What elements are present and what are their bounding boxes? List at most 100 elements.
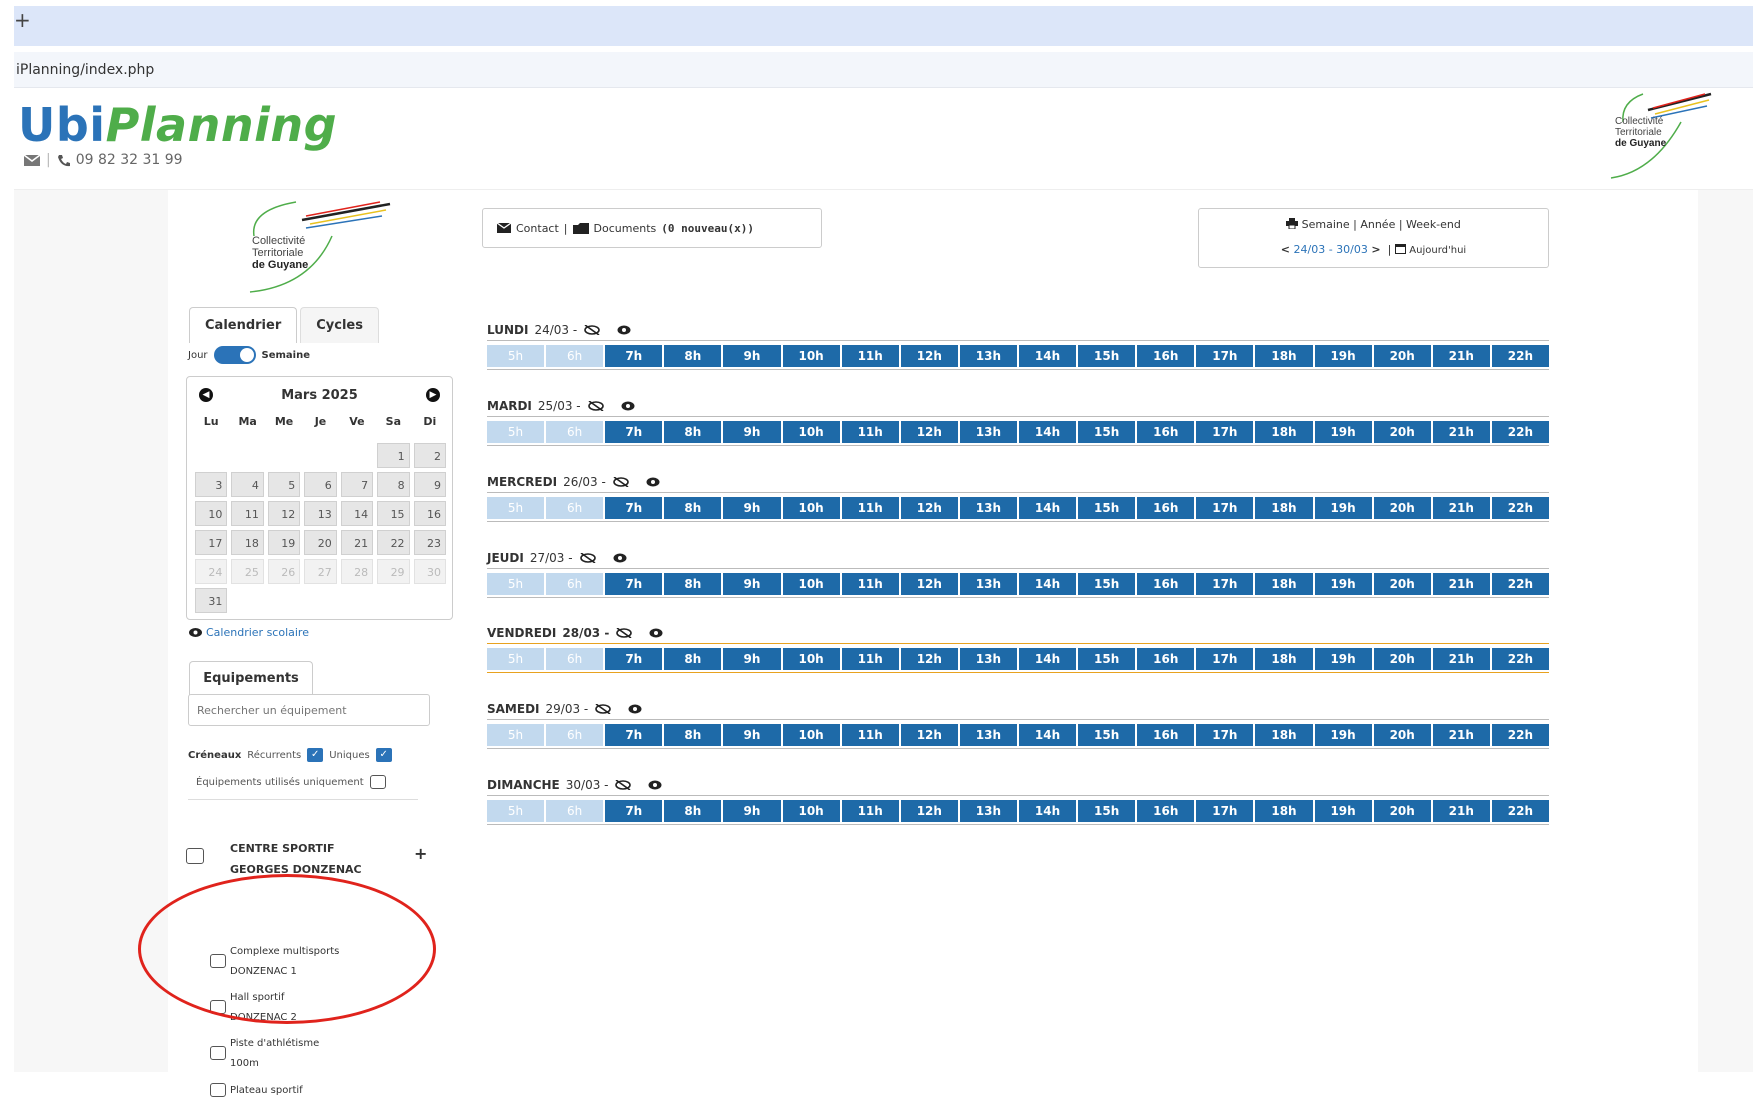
calendar-day[interactable]: 19 (267, 530, 301, 555)
hour-slot[interactable]: 16h (1137, 345, 1195, 367)
hour-slot[interactable]: 5h (487, 648, 545, 670)
today-link[interactable]: Aujourd'hui (1409, 245, 1466, 256)
hour-slot[interactable]: 16h (1137, 648, 1195, 670)
eye-icon[interactable] (613, 553, 627, 563)
chevron-right-icon[interactable]: > (1371, 243, 1380, 256)
view-annee-link[interactable]: Année (1360, 218, 1395, 231)
hour-slot[interactable]: 12h (900, 345, 958, 367)
hour-slot[interactable]: 6h (546, 421, 604, 443)
hour-slot[interactable]: 14h (1018, 421, 1077, 443)
calendar-day[interactable]: 29 (377, 559, 410, 584)
hour-slot[interactable]: 7h (605, 724, 663, 746)
hour-slot[interactable]: 8h (664, 800, 722, 822)
eye-icon[interactable] (648, 780, 662, 790)
calendar-day[interactable]: 10 (195, 501, 228, 526)
hour-slot[interactable]: 8h (664, 497, 722, 519)
hour-slot[interactable]: 22h (1491, 345, 1549, 367)
eye-icon[interactable] (621, 401, 635, 411)
hour-slot[interactable]: 12h (900, 648, 958, 670)
hour-slot[interactable]: 10h (782, 497, 840, 519)
hour-slot[interactable]: 10h (782, 573, 840, 595)
hour-slot[interactable]: 18h (1255, 800, 1313, 822)
hour-slot[interactable]: 9h (723, 421, 781, 443)
hour-slot[interactable]: 17h (1196, 573, 1254, 595)
hour-slot[interactable]: 8h (664, 421, 722, 443)
hour-slot[interactable]: 8h (664, 345, 722, 367)
hour-slot[interactable]: 5h (487, 421, 545, 443)
hour-slot[interactable]: 13h (959, 573, 1017, 595)
hour-slot[interactable]: 14h (1018, 345, 1077, 367)
hour-slot[interactable]: 19h (1314, 497, 1372, 519)
calendar-day[interactable]: 28 (340, 559, 374, 584)
eye-slash-icon[interactable] (615, 628, 633, 638)
hour-slot[interactable]: 21h (1432, 648, 1490, 670)
hour-slot[interactable]: 21h (1432, 421, 1490, 443)
hour-slot[interactable]: 15h (1078, 497, 1136, 519)
hour-slot[interactable]: 9h (723, 800, 781, 822)
hour-slot[interactable]: 17h (1196, 800, 1254, 822)
eye-icon[interactable] (646, 477, 660, 487)
hour-slot[interactable]: 16h (1137, 497, 1195, 519)
hour-slot[interactable]: 19h (1314, 648, 1372, 670)
hour-slot[interactable]: 6h (546, 648, 604, 670)
hour-slot[interactable]: 13h (959, 800, 1017, 822)
hour-slot[interactable]: 6h (546, 345, 604, 367)
expand-centre-button[interactable]: + (414, 844, 427, 863)
hour-slot[interactable]: 16h (1137, 421, 1195, 443)
hour-slot[interactable]: 6h (546, 497, 604, 519)
eye-slash-icon[interactable] (587, 401, 605, 411)
calendar-day[interactable]: 5 (267, 472, 301, 497)
hour-slot[interactable]: 19h (1314, 724, 1372, 746)
calendar-day[interactable]: 1 (377, 443, 410, 468)
documents-link[interactable]: Documents (594, 222, 657, 235)
hour-slot[interactable]: 21h (1432, 573, 1490, 595)
calendar-day[interactable]: 18 (231, 530, 264, 555)
calendar-day[interactable]: 26 (267, 559, 301, 584)
hour-slot[interactable]: 15h (1078, 345, 1136, 367)
calendar-day[interactable]: 7 (340, 472, 374, 497)
hour-slot[interactable]: 9h (723, 345, 781, 367)
hour-slot[interactable]: 13h (959, 648, 1017, 670)
uniques-checkbox[interactable]: ✓ (375, 748, 392, 762)
hour-slot[interactable]: 15h (1078, 421, 1136, 443)
calendar-day[interactable]: 21 (340, 530, 374, 555)
hour-slot[interactable]: 7h (605, 800, 663, 822)
hour-slot[interactable]: 11h (841, 421, 899, 443)
hour-slot[interactable]: 18h (1255, 345, 1313, 367)
hour-slot[interactable]: 11h (841, 800, 899, 822)
next-month-icon[interactable]: ▶ (425, 388, 440, 402)
hour-slot[interactable]: 18h (1255, 421, 1313, 443)
hour-slot[interactable]: 15h (1078, 648, 1136, 670)
hour-slot[interactable]: 11h (841, 345, 899, 367)
eye-slash-icon[interactable] (583, 325, 601, 335)
calendar-day[interactable]: 13 (304, 501, 337, 526)
view-weekend-link[interactable]: Week-end (1406, 218, 1461, 231)
eye-slash-icon[interactable] (594, 704, 612, 714)
hour-slot[interactable]: 10h (782, 724, 840, 746)
eye-icon[interactable] (617, 325, 631, 335)
hour-slot[interactable]: 15h (1078, 724, 1136, 746)
eye-slash-icon[interactable] (612, 477, 630, 487)
calendar-day[interactable]: 3 (195, 472, 228, 497)
hour-slot[interactable]: 6h (546, 724, 604, 746)
hour-slot[interactable]: 15h (1078, 800, 1136, 822)
hour-slot[interactable]: 17h (1196, 724, 1254, 746)
calendar-day[interactable]: 24 (195, 559, 228, 584)
hour-slot[interactable]: 14h (1018, 497, 1077, 519)
hour-slot[interactable]: 9h (723, 724, 781, 746)
hour-slot[interactable]: 20h (1373, 648, 1431, 670)
chevron-left-icon[interactable]: < (1281, 243, 1290, 256)
hour-slot[interactable]: 22h (1491, 421, 1549, 443)
hour-slot[interactable]: 22h (1491, 800, 1549, 822)
hour-slot[interactable]: 22h (1491, 497, 1549, 519)
hour-slot[interactable]: 22h (1491, 573, 1549, 595)
hour-slot[interactable]: 21h (1432, 724, 1490, 746)
hour-slot[interactable]: 13h (959, 497, 1017, 519)
hour-slot[interactable]: 6h (546, 800, 604, 822)
hour-slot[interactable]: 12h (900, 421, 958, 443)
hour-slot[interactable]: 5h (487, 573, 545, 595)
new-tab-button[interactable]: + (14, 8, 31, 32)
hour-slot[interactable]: 11h (841, 573, 899, 595)
hour-slot[interactable]: 10h (782, 421, 840, 443)
school-calendar-link[interactable]: Calendrier scolaire (189, 626, 309, 639)
